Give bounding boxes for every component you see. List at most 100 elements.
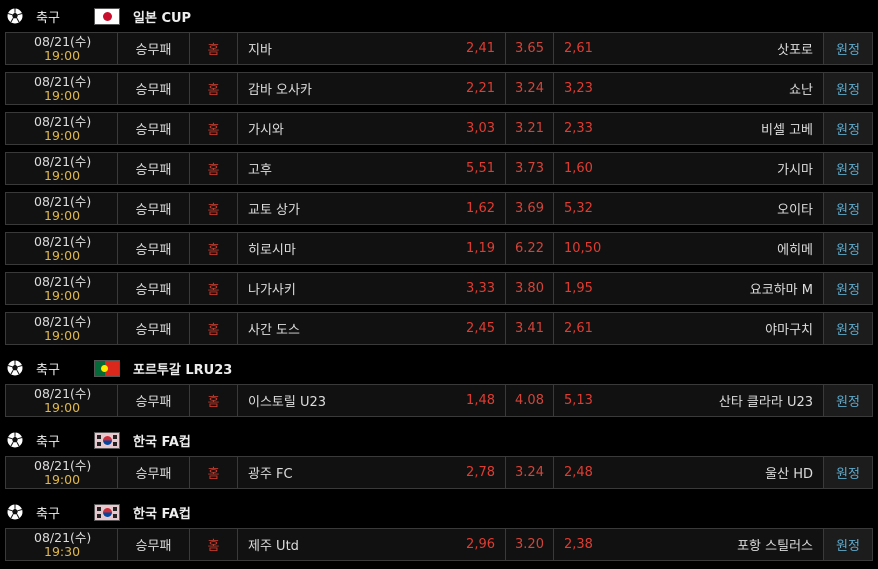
away-bet-button[interactable]: 2,61 삿포로 [554, 33, 824, 64]
soccer-ball-icon [6, 503, 24, 521]
draw-bet-button[interactable]: 3.73 [506, 153, 554, 184]
away-bet-button[interactable]: 3,23 쇼난 [554, 73, 824, 104]
sport-name: 축구 [36, 10, 60, 26]
bet-type: 승무패 [118, 385, 190, 416]
home-odd: 3,33 [466, 281, 495, 296]
home-odd: 2,41 [466, 41, 495, 56]
away-bet-button[interactable]: 2,48 울산 HD [554, 457, 824, 488]
away-bet-button[interactable]: 1,60 가시마 [554, 153, 824, 184]
away-odd: 5,32 [564, 201, 593, 216]
league-header: 축구 일본 CUP [0, 0, 878, 32]
match-row: 08/21(수) 19:00 승무패 홈 가시와 3,03 3.21 2,33 … [5, 112, 873, 145]
away-bet-button[interactable]: 2,61 야마구치 [554, 313, 824, 344]
bet-type: 승무패 [118, 233, 190, 264]
home-odd: 2,96 [466, 537, 495, 552]
draw-bet-button[interactable]: 3.80 [506, 273, 554, 304]
home-bet-button[interactable]: 감바 오사카 2,21 [238, 73, 506, 104]
home-label: 홈 [190, 313, 238, 344]
away-team: 쇼난 [789, 83, 813, 98]
match-time: 08/21(수) 19:00 [6, 233, 118, 264]
match-clock: 19:00 [44, 247, 81, 263]
home-odd: 3,03 [466, 121, 495, 136]
away-label: 원정 [824, 529, 872, 560]
home-bet-button[interactable]: 사간 도스 2,45 [238, 313, 506, 344]
match-date: 08/21(수) [34, 233, 92, 249]
league-header: 축구 한국 FA컵 [0, 496, 878, 528]
home-team: 감바 오사카 [248, 83, 312, 98]
draw-bet-button[interactable]: 3.20 [506, 529, 554, 560]
draw-bet-button[interactable]: 4.08 [506, 385, 554, 416]
away-label: 원정 [824, 273, 872, 304]
draw-bet-button[interactable]: 3.69 [506, 193, 554, 224]
home-bet-button[interactable]: 가시와 3,03 [238, 113, 506, 144]
home-bet-button[interactable]: 지바 2,41 [238, 33, 506, 64]
match-time: 08/21(수) 19:00 [6, 385, 118, 416]
home-odd: 2,21 [466, 81, 495, 96]
away-bet-button[interactable]: 5,13 산타 클라라 U23 [554, 385, 824, 416]
league-name: 한국 FA컵 [133, 434, 191, 450]
away-team: 요코하마 M [749, 283, 813, 298]
home-bet-button[interactable]: 고후 5,51 [238, 153, 506, 184]
match-clock: 19:00 [44, 167, 81, 183]
bet-type: 승무패 [118, 273, 190, 304]
draw-bet-button[interactable]: 3.65 [506, 33, 554, 64]
home-bet-button[interactable]: 이스토릴 U23 1,48 [238, 385, 506, 416]
away-bet-button[interactable]: 5,32 오이타 [554, 193, 824, 224]
match-date: 08/21(수) [34, 73, 92, 89]
match-date: 08/21(수) [34, 193, 92, 209]
away-odd: 2,38 [564, 537, 593, 552]
away-bet-button[interactable]: 2,33 비셀 고베 [554, 113, 824, 144]
away-odd: 2,61 [564, 321, 593, 336]
home-team: 사간 도스 [248, 323, 300, 338]
away-team: 에히메 [777, 243, 813, 258]
home-label: 홈 [190, 529, 238, 560]
match-clock: 19:00 [44, 287, 81, 303]
sport-name: 축구 [36, 434, 60, 450]
away-odd: 2,61 [564, 41, 593, 56]
korea-flag-icon [94, 503, 120, 521]
away-bet-button[interactable]: 1,95 요코하마 M [554, 273, 824, 304]
draw-bet-button[interactable]: 6.22 [506, 233, 554, 264]
home-bet-button[interactable]: 제주 Utd 2,96 [238, 529, 506, 560]
match-clock: 19:00 [44, 471, 81, 487]
away-bet-button[interactable]: 2,38 포항 스틸러스 [554, 529, 824, 560]
away-team: 산타 클라라 U23 [718, 395, 813, 410]
away-label: 원정 [824, 233, 872, 264]
away-odd: 2,33 [564, 121, 593, 136]
match-clock: 19:00 [44, 87, 81, 103]
draw-bet-button[interactable]: 3.21 [506, 113, 554, 144]
away-team: 가시마 [777, 163, 813, 178]
match-date: 08/21(수) [34, 457, 92, 473]
draw-bet-button[interactable]: 3.41 [506, 313, 554, 344]
match-time: 08/21(수) 19:00 [6, 73, 118, 104]
bet-type: 승무패 [118, 193, 190, 224]
away-label: 원정 [824, 73, 872, 104]
match-clock: 19:00 [44, 399, 81, 415]
home-bet-button[interactable]: 나가사키 3,33 [238, 273, 506, 304]
home-bet-button[interactable]: 히로시마 1,19 [238, 233, 506, 264]
away-odd: 2,48 [564, 465, 593, 480]
portugal-flag-icon [94, 359, 120, 377]
home-label: 홈 [190, 233, 238, 264]
soccer-ball-icon [6, 359, 24, 377]
home-team: 히로시마 [248, 243, 296, 258]
home-team: 광주 FC [248, 467, 293, 482]
away-odd: 10,50 [564, 241, 602, 256]
league-name: 한국 FA컵 [133, 506, 191, 522]
away-label: 원정 [824, 33, 872, 64]
home-bet-button[interactable]: 교토 상가 1,62 [238, 193, 506, 224]
bet-type: 승무패 [118, 529, 190, 560]
away-odd: 1,95 [564, 281, 593, 296]
away-bet-button[interactable]: 10,50 에히메 [554, 233, 824, 264]
match-row: 08/21(수) 19:00 승무패 홈 사간 도스 2,45 3.41 2,6… [5, 312, 873, 345]
away-odd: 5,13 [564, 393, 593, 408]
match-row: 08/21(수) 19:00 승무패 홈 나가사키 3,33 3.80 1,95… [5, 272, 873, 305]
bet-type: 승무패 [118, 457, 190, 488]
match-time: 08/21(수) 19:00 [6, 457, 118, 488]
draw-bet-button[interactable]: 3.24 [506, 73, 554, 104]
match-row: 08/21(수) 19:00 승무패 홈 감바 오사카 2,21 3.24 3,… [5, 72, 873, 105]
home-bet-button[interactable]: 광주 FC 2,78 [238, 457, 506, 488]
soccer-ball-icon [6, 431, 24, 449]
match-time: 08/21(수) 19:00 [6, 153, 118, 184]
draw-bet-button[interactable]: 3.24 [506, 457, 554, 488]
